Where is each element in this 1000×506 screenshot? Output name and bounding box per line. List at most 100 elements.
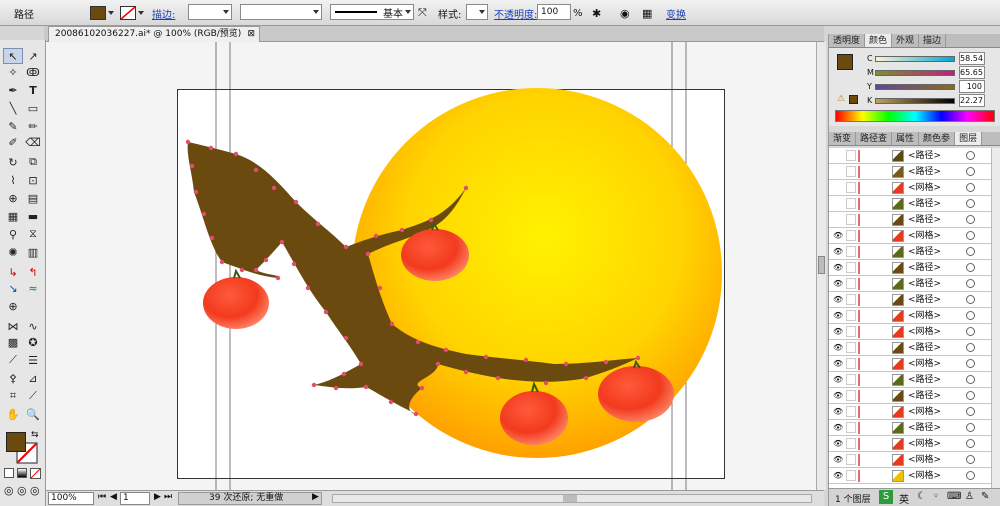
target-icon[interactable] — [966, 263, 975, 272]
target-icon[interactable] — [966, 231, 975, 240]
eye-icon[interactable]: 👁 — [833, 343, 843, 352]
layer-row[interactable]: 👁 <网格> — [829, 356, 1000, 372]
isolate-icon[interactable]: ◉ — [620, 4, 630, 22]
layer-row[interactable]: <网格> — [829, 180, 1000, 196]
persimmon-fruit[interactable] — [203, 268, 269, 329]
lock-toggle[interactable] — [846, 246, 856, 257]
layer-row[interactable]: 👁 <路径> — [829, 244, 1000, 260]
gamut-swatch[interactable] — [849, 95, 858, 104]
layer-name[interactable]: <网格> — [908, 325, 941, 339]
tab-attributes[interactable]: 属性 — [892, 132, 920, 145]
eye-icon[interactable]: 👁 — [833, 359, 843, 368]
recolor-icon[interactable]: ✱ — [592, 4, 601, 22]
punctuation-icon[interactable]: ◦ — [933, 491, 939, 502]
slice-tool-icon[interactable]: ≈ — [23, 280, 43, 296]
layer-name[interactable]: <路径> — [908, 421, 941, 435]
lock-toggle[interactable] — [846, 278, 856, 289]
layer-row[interactable]: 👁 <路径> — [829, 292, 1000, 308]
magic-wand-tool-icon[interactable]: ✧ — [3, 64, 23, 80]
previous-page-icon[interactable]: ◀ — [110, 492, 117, 502]
artboard-tool-icon[interactable]: ↘ — [3, 280, 23, 296]
eye-icon[interactable]: 👁 — [833, 471, 843, 480]
blob-brush-tool-icon[interactable]: ✐ — [3, 134, 23, 150]
brush-select[interactable]: 基本 — [330, 4, 414, 20]
moon-icon[interactable]: ☾ — [917, 491, 926, 502]
document-tab[interactable]: 20086102036227.ai* @ 100% (RGB/预览) ⊠ — [48, 26, 260, 42]
layer-name[interactable]: <路径> — [908, 341, 941, 355]
target-icon[interactable] — [966, 247, 975, 256]
layer-row[interactable]: 👁 <路径> — [829, 260, 1000, 276]
tab-layers[interactable]: 图层 — [955, 132, 983, 145]
layer-row[interactable]: <路径> — [829, 212, 1000, 228]
lock-toggle[interactable] — [846, 374, 856, 385]
layer-name[interactable]: <路径> — [908, 213, 941, 227]
eye-icon[interactable]: 👁 — [833, 279, 843, 288]
eye-icon[interactable]: 👁 — [833, 263, 843, 272]
variable-width-select[interactable] — [240, 4, 322, 20]
layer-row[interactable]: <路径> — [829, 148, 1000, 164]
tab-appearance[interactable]: 外观 — [892, 34, 920, 47]
fill-color-box[interactable] — [6, 432, 26, 452]
person-icon[interactable]: ♙ — [965, 491, 974, 502]
width-tool-icon[interactable]: ⋈ — [3, 318, 23, 334]
target-icon[interactable] — [966, 295, 975, 304]
m-slider[interactable] — [875, 70, 955, 76]
draw-behind-icon[interactable]: ◎ — [17, 484, 27, 497]
target-icon[interactable] — [966, 183, 975, 192]
target-icon[interactable] — [966, 343, 975, 352]
transform-link[interactable]: 变换 — [666, 4, 686, 22]
lock-toggle[interactable] — [846, 454, 856, 465]
layer-name[interactable]: <网格> — [908, 437, 941, 451]
target-icon[interactable] — [966, 199, 975, 208]
chart-line-tool-icon[interactable]: ⟋ — [3, 352, 23, 368]
eye-icon[interactable]: 👁 — [833, 407, 843, 416]
layer-name[interactable]: <网格> — [908, 469, 941, 483]
pencil-tool-icon[interactable]: ✏ — [23, 118, 43, 134]
rectangle-tool-icon[interactable]: ▭ — [23, 100, 43, 116]
target-icon[interactable] — [966, 375, 975, 384]
k-value[interactable]: 22.27 — [959, 94, 985, 107]
c-slider[interactable] — [875, 56, 955, 62]
canvas[interactable] — [46, 42, 824, 490]
layer-row[interactable]: 👁 <路径> — [829, 340, 1000, 356]
style-select[interactable] — [466, 4, 488, 20]
color-mode-icon[interactable] — [4, 468, 14, 478]
layer-name[interactable]: <网格> — [908, 229, 941, 243]
arrange-icon[interactable]: ⤧ — [418, 4, 427, 22]
layer-name[interactable]: <路径> — [908, 149, 941, 163]
layer-name[interactable]: <路径> — [908, 389, 941, 403]
k-slider[interactable] — [875, 98, 955, 104]
live-paint-selection-icon[interactable]: ↰ — [23, 264, 43, 280]
stroke-weight-select[interactable] — [188, 4, 232, 20]
first-page-icon[interactable]: ⏮ — [98, 492, 106, 502]
layer-row[interactable]: <路径> — [829, 164, 1000, 180]
lock-toggle[interactable] — [846, 326, 856, 337]
target-icon[interactable] — [966, 327, 975, 336]
layer-name[interactable]: <路径> — [908, 165, 941, 179]
tab-color[interactable]: 颜色 — [865, 34, 893, 47]
layer-row[interactable]: 👁 <路径> — [829, 388, 1000, 404]
shape-builder-tool-icon[interactable]: ⊕ — [3, 190, 23, 206]
eye-icon[interactable]: 👁 — [833, 311, 843, 320]
draw-inside-icon[interactable]: ◎ — [30, 484, 40, 497]
tab-pathfinder[interactable]: 路径查 — [856, 132, 893, 145]
pen-tool-icon[interactable]: ✒ — [3, 82, 23, 98]
eye-icon[interactable]: 👁 — [833, 455, 843, 464]
eye-icon[interactable]: 👁 — [833, 439, 843, 448]
lock-toggle[interactable] — [846, 182, 856, 193]
layer-name[interactable]: <路径> — [908, 261, 941, 275]
twirl-tool-icon[interactable]: ✪ — [23, 334, 43, 350]
opacity-link[interactable]: 不透明度: — [494, 4, 537, 22]
lock-toggle[interactable] — [846, 342, 856, 353]
mesh-tool-icon[interactable]: ▦ — [3, 208, 23, 224]
tab-gradient[interactable]: 渐变 — [829, 132, 857, 145]
lock-toggle[interactable] — [846, 198, 856, 209]
lock-toggle[interactable] — [846, 406, 856, 417]
next-page-icon[interactable]: ▶ — [154, 492, 161, 502]
c-value[interactable]: 58.54 — [959, 52, 985, 65]
lock-toggle[interactable] — [846, 150, 856, 161]
layer-name[interactable]: <路径> — [908, 293, 941, 307]
layer-row[interactable]: 👁 <网格> — [829, 324, 1000, 340]
y-slider[interactable] — [875, 84, 955, 90]
ime-icon[interactable]: S — [879, 490, 893, 504]
